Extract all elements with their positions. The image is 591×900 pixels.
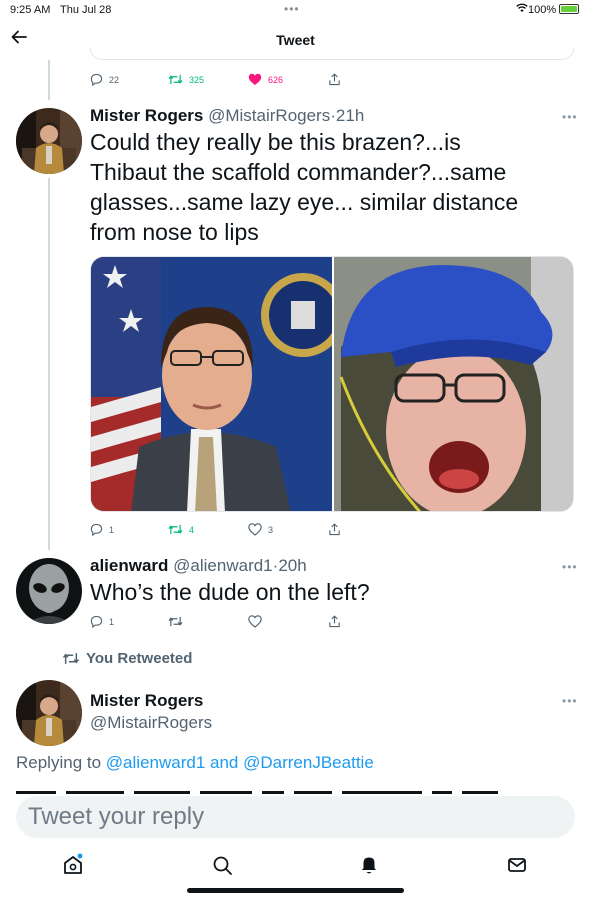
like-button[interactable]: 626 xyxy=(248,73,328,86)
tweet-text-line: glasses...same lazy eye... similar dista… xyxy=(90,189,519,215)
share-button[interactable] xyxy=(328,615,341,628)
like-button[interactable] xyxy=(248,615,328,628)
tweet-photo-left[interactable] xyxy=(91,257,345,512)
mention-link[interactable]: @alienward1 xyxy=(106,753,205,772)
replying-to: Replying to @alienward1 and @DarrenJBeat… xyxy=(16,753,374,773)
author-handle[interactable]: @MistairRogers xyxy=(208,106,330,125)
tweet-time: 21h xyxy=(335,106,365,125)
retweet-icon xyxy=(168,616,183,627)
author-name[interactable]: Mister Rogers xyxy=(90,106,203,125)
tweet-text: Could they really be this brazen?...is T… xyxy=(90,127,518,247)
tweet-header: alienward @alienward1·20h xyxy=(90,556,307,576)
author-handle[interactable]: @MistairRogers xyxy=(90,713,212,733)
like-count: 3 xyxy=(268,524,274,535)
tweet-text-line: Thibaut the scaffold commander?...same xyxy=(90,159,507,185)
more-icon[interactable]: ••• xyxy=(562,694,578,708)
messages-icon[interactable] xyxy=(504,852,530,878)
retweet-button[interactable] xyxy=(168,615,248,628)
tweet-media[interactable] xyxy=(90,256,574,512)
battery-icon xyxy=(559,4,579,14)
reply-button[interactable]: 1 xyxy=(90,523,168,536)
status-date: Thu Jul 28 xyxy=(60,4,112,16)
like-button[interactable]: 3 xyxy=(248,523,328,536)
heart-icon xyxy=(248,73,262,85)
tweet-time: 20h xyxy=(278,556,307,575)
reply-composer[interactable] xyxy=(16,796,575,838)
status-bar: 9:25 AM Thu Jul 28 ••• 100% xyxy=(0,0,591,20)
heart-icon xyxy=(248,523,262,536)
retweet-icon xyxy=(168,524,183,535)
retweeted-text: You Retweeted xyxy=(86,650,193,667)
previous-tweet-actions: 22 325 626 xyxy=(90,73,341,86)
replying-prefix: Replying to xyxy=(16,753,102,772)
share-icon xyxy=(329,73,340,86)
tweet-text-line: Could they really be this brazen?...is xyxy=(90,129,461,155)
share-icon xyxy=(329,523,340,536)
replying-joiner: and xyxy=(210,753,239,772)
reply-icon xyxy=(90,523,103,536)
more-icon[interactable]: ••• xyxy=(562,110,578,124)
author-name[interactable]: alienward xyxy=(90,556,168,575)
tweet-text-line: from nose to lips xyxy=(90,219,259,245)
home-indicator[interactable] xyxy=(187,888,404,893)
reply-input[interactable] xyxy=(28,803,558,831)
mention-link[interactable]: @DarrenJBeattie xyxy=(243,753,374,772)
reply-count: 22 xyxy=(109,74,120,85)
tweet-actions: 1 4 3 xyxy=(90,523,341,536)
notifications-icon[interactable] xyxy=(356,852,382,878)
reply-icon xyxy=(90,73,103,86)
previous-tweet-media-edge xyxy=(90,48,574,60)
tweet-text: Who’s the dude on the left? xyxy=(90,579,370,605)
tweet-header: Mister Rogers @MistairRogers·21h xyxy=(90,106,364,126)
home-icon[interactable] xyxy=(60,852,86,878)
reply-button[interactable]: 22 xyxy=(90,73,168,86)
wifi-icon xyxy=(516,3,528,16)
like-count: 626 xyxy=(268,74,284,85)
retweet-count: 4 xyxy=(189,524,195,535)
more-icon[interactable]: ••• xyxy=(562,560,578,574)
retweet-icon xyxy=(168,74,183,85)
avatar[interactable] xyxy=(16,680,82,746)
retweet-icon xyxy=(62,653,80,664)
avatar[interactable] xyxy=(16,108,82,174)
retweet-button[interactable]: 325 xyxy=(168,73,248,86)
author-name[interactable]: Mister Rogers xyxy=(90,691,203,711)
battery-percent: 100% xyxy=(528,4,557,16)
retweet-button[interactable]: 4 xyxy=(168,523,248,536)
thread-line xyxy=(48,60,50,100)
reply-icon xyxy=(90,615,103,628)
status-time: 9:25 AM xyxy=(10,4,51,16)
author-handle[interactable]: @alienward1 xyxy=(173,556,272,575)
search-icon[interactable] xyxy=(209,852,235,878)
reply-count: 1 xyxy=(109,616,115,627)
share-button[interactable] xyxy=(328,73,341,86)
reply-button[interactable]: 1 xyxy=(90,615,168,628)
share-button[interactable] xyxy=(328,523,341,536)
tweet-actions: 1 xyxy=(90,615,341,628)
share-icon xyxy=(329,615,340,628)
heart-icon xyxy=(248,615,262,628)
avatar[interactable] xyxy=(16,558,82,624)
retweet-count: 325 xyxy=(189,74,205,85)
multitask-dots-icon[interactable]: ••• xyxy=(284,2,300,16)
tweet-photo-right[interactable] xyxy=(334,257,574,512)
reply-count: 1 xyxy=(109,524,115,535)
bottom-tab-bar xyxy=(0,846,591,886)
page-title: Tweet xyxy=(276,32,315,48)
retweeted-label: You Retweeted xyxy=(62,650,192,667)
thread-line xyxy=(48,178,50,550)
